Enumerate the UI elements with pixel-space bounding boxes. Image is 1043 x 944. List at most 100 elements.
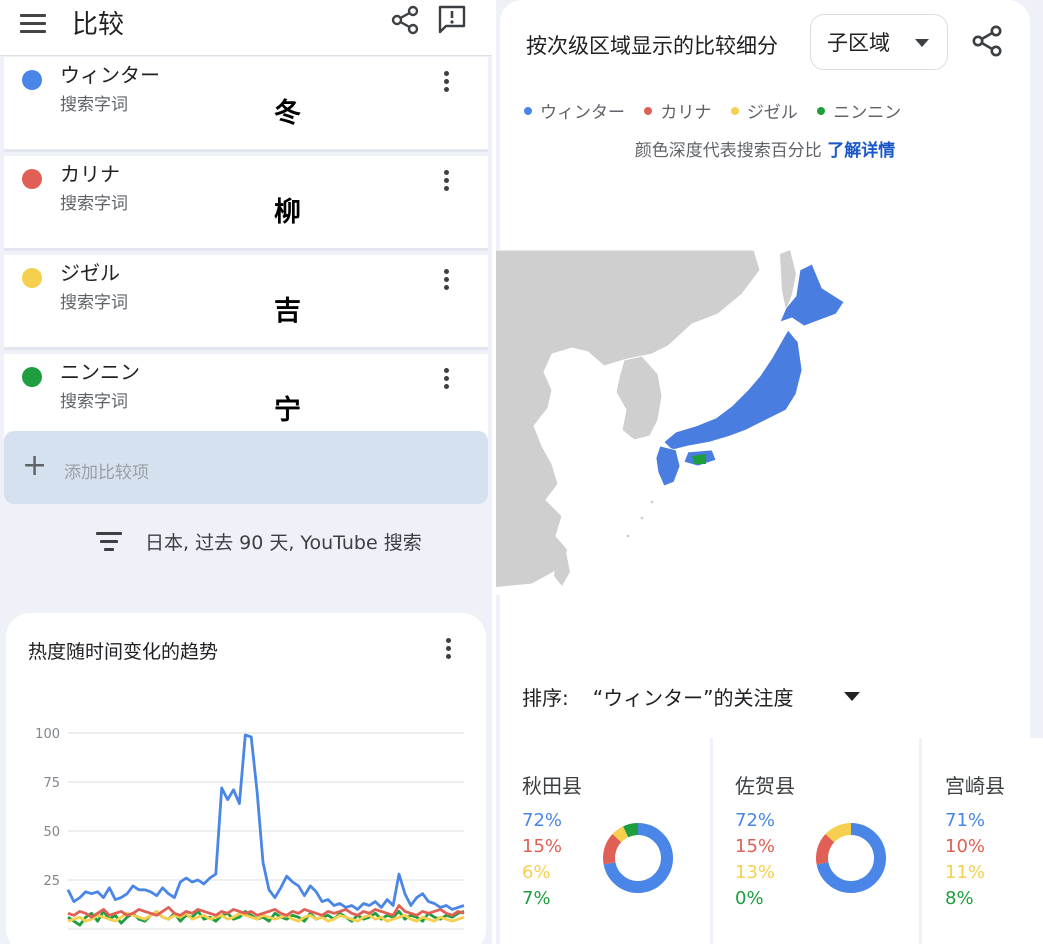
legend-label: ニンニン — [833, 103, 902, 123]
series-line — [66, 733, 465, 911]
term-color-dot — [22, 367, 42, 387]
donut-slice — [612, 826, 629, 843]
term-name: ジゼル — [60, 261, 120, 285]
add-icon: + — [22, 448, 48, 483]
term-card-giselle[interactable]: ジゼル 搜索字词 吉 — [4, 255, 488, 350]
term-card-winter[interactable]: ウィンター 搜索字词 冬 — [4, 57, 488, 152]
more-vert-icon[interactable] — [434, 368, 458, 396]
page-title: 比较 — [72, 10, 125, 40]
donut-slice — [816, 834, 835, 865]
arrow-drop-down-icon — [915, 39, 929, 47]
term-color-dot — [22, 70, 42, 90]
map-island — [626, 534, 630, 538]
term-name: カリナ — [60, 162, 120, 186]
term-name: ウィンター — [60, 63, 160, 87]
sort-label: 排序: — [522, 686, 569, 710]
menu-icon[interactable] — [20, 14, 46, 36]
donut-slice — [603, 834, 622, 865]
legend-item-karina: カリナ — [644, 98, 711, 123]
trend-title: 热度随时间变化的趋势 — [28, 641, 219, 663]
trend-chart[interactable]: 25 50 75 100 — [6, 703, 486, 943]
filter-icon — [96, 532, 122, 552]
more-vert-icon[interactable] — [434, 269, 458, 297]
filter-text: 日本, 过去 90 天, YouTube 搜索 — [145, 532, 422, 554]
region-pct-ningning: 7% — [522, 888, 551, 909]
term-annotation: 冬 — [274, 98, 301, 129]
term-annotation: 柳 — [274, 197, 301, 228]
legend-label: カリナ — [660, 103, 712, 123]
region-pct-giselle: 13% — [735, 862, 776, 883]
add-comparison-button[interactable]: + 添加比较项 — [4, 431, 488, 504]
card-divider — [919, 738, 922, 944]
term-type: 搜索字词 — [60, 392, 128, 412]
legend-item-giselle: ジゼル — [730, 98, 798, 123]
region-pct-winter: 71% — [945, 810, 986, 831]
term-color-dot — [22, 268, 42, 288]
legend-item-winter: ウィンター — [524, 98, 625, 123]
feedback-icon[interactable] — [436, 4, 468, 36]
legend-label: ジゼル — [746, 103, 798, 123]
donut-slice — [623, 823, 639, 838]
y-tick-label: 50 — [43, 825, 60, 840]
term-annotation: 吉 — [274, 296, 301, 327]
share-icon[interactable] — [389, 4, 421, 36]
region-card-saga[interactable]: 佐贺县 72% 15% 13% 0% — [713, 738, 917, 944]
region-card-miyazaki[interactable]: 宫崎县 71% 10% 11% 8% — [923, 738, 1043, 944]
sort-value: “ウィンター”的关注度 — [592, 686, 794, 710]
legend-dot — [524, 107, 532, 115]
legend-item-ningning: ニンニン — [817, 98, 901, 123]
more-vert-icon[interactable] — [434, 71, 458, 99]
more-vert-icon[interactable] — [434, 170, 458, 198]
term-type: 搜索字词 — [60, 95, 128, 115]
arrow-drop-down-icon — [844, 692, 860, 701]
map-island — [650, 500, 654, 504]
region-card-akita[interactable]: 秋田县 72% 15% 6% 7% — [500, 738, 710, 944]
region-name: 佐贺县 — [735, 774, 795, 798]
top-bar: 比较 — [0, 0, 492, 56]
region-name: 秋田县 — [522, 774, 582, 798]
subregion-select[interactable]: 子区域 — [810, 14, 948, 70]
legend-label: ウィンター — [540, 103, 625, 123]
term-name: ニンニン — [60, 360, 140, 384]
trend-card: 热度随时间变化的趋势 25 50 75 100 — [6, 613, 486, 944]
region-pct-winter: 72% — [522, 810, 563, 831]
legend-dot — [817, 107, 826, 115]
compare-panel: 比较 ウィンター 搜索字词 冬 カリナ 搜索字词 柳 ジゼル 搜索字词 吉 ニン… — [0, 0, 492, 944]
region-title: 按次级区域显示的比较细分 — [526, 34, 778, 58]
term-annotation: 宁 — [274, 395, 301, 426]
region-pct-karina: 15% — [522, 836, 563, 857]
map-island — [640, 516, 644, 520]
region-donut — [603, 823, 673, 893]
region-donut — [816, 823, 886, 893]
region-panel: 按次级区域显示的比较细分 子区域 ウィンター カリナ ジゼル ニンニン 颜色深度… — [496, 0, 1043, 944]
region-pct-giselle: 6% — [522, 862, 551, 883]
more-vert-icon[interactable] — [436, 638, 460, 666]
region-pct-karina: 10% — [945, 836, 986, 857]
color-note: 颜色深度代表搜索百分比 了解详情 — [500, 136, 1030, 161]
region-pct-ningning: 0% — [735, 888, 764, 909]
term-type: 搜索字词 — [60, 293, 128, 313]
y-tick-label: 100 — [35, 727, 60, 742]
region-pct-ningning: 8% — [945, 888, 974, 909]
y-tick-label: 75 — [43, 776, 60, 791]
term-card-karina[interactable]: カリナ 搜索字词 柳 — [4, 156, 488, 251]
filter-summary[interactable]: 日本, 过去 90 天, YouTube 搜索 — [0, 520, 492, 560]
subregion-select-value: 子区域 — [827, 31, 890, 55]
y-tick-label: 25 — [43, 874, 60, 889]
color-note-text: 颜色深度代表搜索百分比 — [634, 141, 828, 161]
term-color-dot — [22, 169, 42, 189]
sort-row[interactable]: 排序: “ウィンター”的关注度 — [522, 682, 860, 711]
learn-more-link[interactable]: 了解详情 — [827, 141, 895, 161]
region-pct-giselle: 11% — [945, 862, 986, 883]
region-map[interactable] — [496, 250, 1026, 595]
legend-dot — [730, 107, 739, 115]
map-legend: ウィンター カリナ ジゼル ニンニン — [524, 98, 915, 123]
region-pct-winter: 72% — [735, 810, 776, 831]
region-name: 宫崎县 — [945, 774, 1005, 798]
add-comparison-label: 添加比较项 — [64, 463, 149, 483]
term-type: 搜索字词 — [60, 194, 128, 214]
donut-slice — [825, 823, 852, 843]
legend-dot — [644, 107, 653, 115]
region-pct-karina: 15% — [735, 836, 776, 857]
share-icon[interactable] — [970, 24, 1004, 58]
